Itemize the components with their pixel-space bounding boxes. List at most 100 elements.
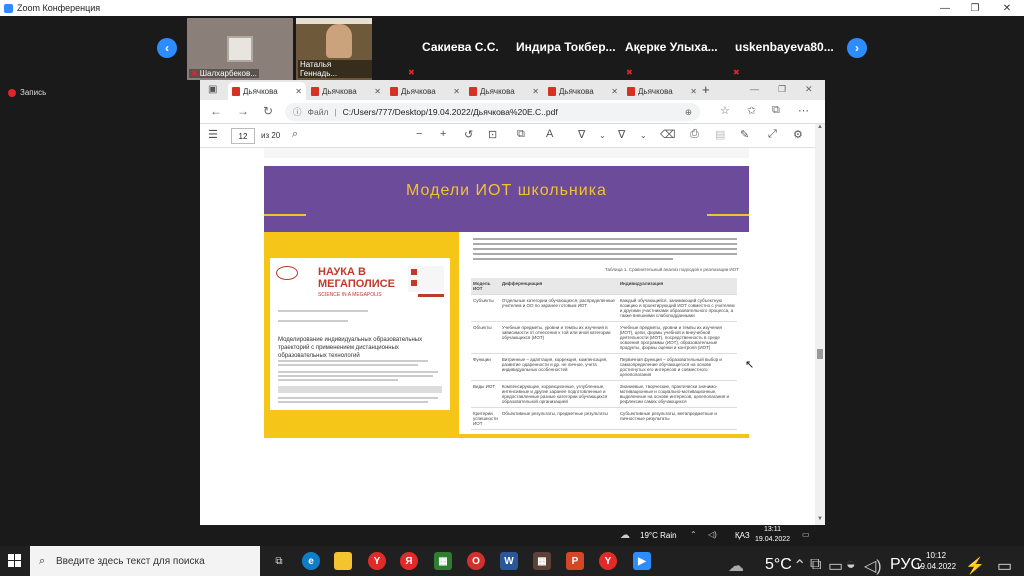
opera-icon[interactable]: O — [467, 552, 485, 570]
reload-icon[interactable]: ↻ — [263, 104, 273, 118]
scroll-thumb[interactable] — [817, 349, 823, 359]
participant-name-5[interactable]: Ақерке Улыха... — [625, 40, 718, 54]
back-icon[interactable]: ← — [210, 104, 222, 118]
network-icon[interactable]: ◒ — [846, 556, 856, 574]
collections-icon[interactable]: ⧉ — [772, 104, 780, 117]
next-participants-button[interactable]: › — [847, 38, 867, 58]
page-view-icon[interactable]: ⧉ — [517, 128, 525, 141]
read-aloud-icon[interactable]: A — [546, 128, 553, 140]
yandex-icon[interactable]: Y — [599, 552, 617, 570]
participant-name-6[interactable]: uskenbayeva80... — [735, 40, 834, 54]
close-tab-icon[interactable]: ✕ — [611, 87, 618, 96]
table-header: Модель ИОТ — [471, 278, 500, 295]
yandex-icon[interactable]: Y — [368, 552, 386, 570]
maximize-icon[interactable]: ❐ — [778, 84, 786, 95]
address-bar[interactable]: ⓘ Файл | C:/Users/777/Desktop/19.04.2022… — [285, 103, 700, 121]
close-button[interactable]: ✕ — [992, 0, 1022, 16]
folder-icon[interactable] — [334, 552, 352, 570]
new-tab-button[interactable]: + — [702, 82, 710, 97]
table-cell: Объекты — [471, 321, 500, 354]
favorites-bar-icon[interactable]: ✩ — [747, 104, 756, 117]
close-tab-icon[interactable]: ✕ — [690, 87, 697, 96]
app-grid-icon[interactable]: ▦ — [533, 552, 551, 570]
tab-2[interactable]: Дьячкова ✕ — [307, 82, 385, 100]
participant-name-4[interactable]: Индира Токбер... — [516, 40, 616, 54]
tab-actions-icon[interactable]: ▣ — [208, 84, 217, 95]
page-number-input[interactable]: 12 — [231, 128, 255, 144]
taskbar: ⌕ Введите здесь текст для поиска ⧉ e Y Я… — [0, 546, 1024, 576]
muted-mic-icon: ✖ — [191, 69, 198, 78]
yandex-browser-icon[interactable]: Я — [400, 552, 418, 570]
eraser-icon[interactable]: ⌫ — [660, 128, 676, 141]
tab-4[interactable]: Дьячкова ✕ — [465, 82, 543, 100]
word-icon[interactable]: W — [500, 552, 518, 570]
app-tray-icon[interactable]: ⧉ — [810, 556, 821, 574]
highlight-icon[interactable]: ∇ — [618, 128, 625, 141]
rotate-icon[interactable]: ↺ — [464, 128, 473, 141]
shared-browser-window: ▣ Дьячкова ✕ Дьячкова ✕ Дьячкова ✕ Дьячкова… — [200, 80, 825, 525]
fullscreen-icon[interactable]: ⤢ — [768, 128, 777, 141]
tab-5[interactable]: Дьячкова ✕ — [544, 82, 622, 100]
participant-name-3[interactable]: Сакиева С.С. — [422, 40, 499, 54]
shared-weather: 19°C Rain — [640, 531, 677, 540]
table-caption: Таблица 1. Сравнительный анализ подходов… — [605, 267, 739, 272]
lightning-icon[interactable]: ⚡ — [965, 556, 985, 576]
person-figure — [326, 24, 352, 58]
chevron-down-icon[interactable]: ⌄ — [640, 131, 647, 140]
close-tab-icon[interactable]: ✕ — [295, 87, 302, 96]
zoom-out-icon[interactable]: − — [416, 128, 422, 140]
scroll-up-icon[interactable]: ▲ — [817, 124, 823, 130]
scrollbar[interactable]: ▲ ▼ — [815, 124, 825, 525]
save-icon[interactable]: ▤ — [715, 128, 725, 141]
tab-1[interactable]: Дьячкова ✕ — [228, 82, 306, 100]
tab-3[interactable]: Дьячкова ✕ — [386, 82, 464, 100]
search-box[interactable]: ⌕ Введите здесь текст для поиска — [30, 546, 260, 576]
minimize-button[interactable]: — — [930, 0, 960, 16]
save-as-icon[interactable]: ✎ — [740, 128, 749, 141]
journal-title-line-1: НАУКА В — [318, 266, 366, 278]
close-tab-icon[interactable]: ✕ — [453, 87, 460, 96]
clock[interactable]: 10:12 19.04.2022 — [916, 550, 956, 572]
edge-icon[interactable]: e — [302, 552, 320, 570]
maximize-button[interactable]: ❐ — [960, 0, 990, 16]
notification-icon[interactable]: ▭ — [997, 556, 1012, 576]
close-tab-icon[interactable]: ✕ — [532, 87, 539, 96]
table-cell: Объективные результаты, предметные резул… — [499, 407, 618, 430]
start-button[interactable] — [8, 554, 22, 568]
fit-page-icon[interactable]: ⊡ — [488, 128, 497, 141]
participant-video-1[interactable]: ✖ Шалхарбеков... — [187, 18, 293, 80]
pdf-viewer[interactable]: Модели ИОТ школьника НАУКА В МЕГАПОЛИСЕ … — [200, 148, 815, 525]
print-icon[interactable]: ⎙ — [690, 128, 699, 141]
search-icon[interactable]: ⌕ — [292, 128, 298, 141]
tab-6[interactable]: Дьячкова ✕ — [623, 82, 701, 100]
reader-icon[interactable]: ⊕ — [685, 107, 692, 118]
settings-icon[interactable]: ⚙ — [793, 128, 803, 141]
recording-indicator[interactable]: Запись — [8, 88, 46, 97]
clock-time: 10:12 — [926, 551, 947, 560]
journal-panel: НАУКА В МЕГАПОЛИСЕ SCIENCE IN A MEGAPOLI… — [264, 232, 459, 438]
minimize-icon[interactable]: — — [750, 84, 759, 94]
close-tab-icon[interactable]: ✕ — [374, 87, 381, 96]
draw-icon[interactable]: ∇ — [578, 128, 585, 141]
zoom-tray-icon[interactable]: ▭ — [828, 556, 843, 576]
calculator-icon[interactable]: ▦ — [434, 552, 452, 570]
prev-participants-button[interactable]: ‹ — [157, 38, 177, 58]
more-icon[interactable]: ⋯ — [798, 104, 809, 117]
participant-video-2[interactable]: Наталья Геннадь... — [296, 18, 372, 80]
close-icon[interactable]: ✕ — [805, 84, 813, 95]
task-view-icon[interactable]: ⧉ — [270, 552, 288, 570]
table-cell: Отдельные категории обучающихся, распред… — [499, 294, 618, 322]
favorite-icon[interactable]: ☆ — [720, 104, 730, 117]
chevron-up-icon[interactable]: ⌃ — [793, 556, 806, 576]
zoom-in-icon[interactable]: + — [440, 128, 446, 140]
video-frame — [296, 18, 372, 24]
powerpoint-icon[interactable]: P — [566, 552, 584, 570]
volume-icon[interactable]: ◁) — [864, 556, 882, 576]
contents-icon[interactable]: ☰ — [208, 128, 218, 141]
chevron-down-icon[interactable]: ⌄ — [599, 131, 606, 140]
page-count: из 20 — [261, 131, 281, 140]
text-line — [473, 238, 737, 240]
forward-icon[interactable]: → — [237, 104, 249, 118]
zoom-icon[interactable]: ▶ — [633, 552, 651, 570]
scroll-down-icon[interactable]: ▼ — [817, 516, 823, 522]
